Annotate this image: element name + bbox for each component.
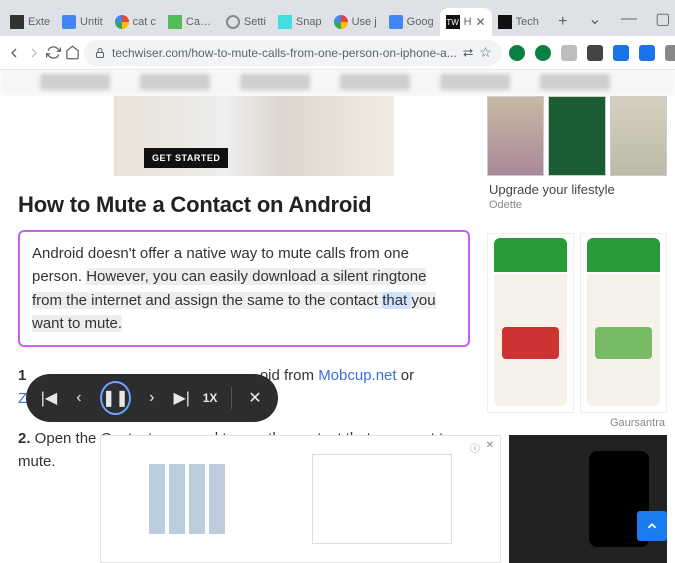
sidebar-ads: Upgrade your lifestyle Odette Gaursantra	[487, 96, 667, 429]
lock-icon	[94, 47, 106, 59]
next-track-button[interactable]: ▶|	[173, 384, 191, 412]
tab-tech[interactable]: Tech	[492, 8, 545, 36]
wide-ad[interactable]: ✕ ⓘ	[100, 435, 501, 563]
top-ad-banner[interactable]: GET STARTED	[114, 96, 394, 176]
forward-button[interactable]	[26, 40, 42, 66]
previous-track-button[interactable]: |◀	[40, 384, 58, 412]
px-icon	[168, 15, 182, 29]
section-heading: How to Mute a Contact on Android	[18, 192, 470, 218]
step-number: 2.	[18, 430, 31, 447]
rewind-button[interactable]: ‹	[70, 384, 88, 412]
para-spoken-before: However, you can easily download a silen…	[32, 268, 426, 308]
close-ad-icon[interactable]: ✕	[486, 440, 494, 451]
url-text: techwiser.com/how-to-mute-calls-from-one…	[112, 46, 457, 60]
restore-button[interactable]: ▢	[649, 8, 675, 30]
snap-icon	[278, 15, 292, 29]
share-icon[interactable]: ⮂	[463, 45, 473, 61]
extension-icons	[506, 42, 675, 64]
ext-icon-1[interactable]	[506, 42, 528, 64]
ad-thumb-2[interactable]	[548, 96, 605, 176]
browser-toolbar: techwiser.com/how-to-mute-calls-from-one…	[0, 36, 675, 70]
bottom-ad-row: ✕ ⓘ	[100, 435, 667, 563]
ad-info-icon[interactable]: ⓘ	[470, 440, 480, 455]
get-started-button[interactable]: GET STARTED	[144, 148, 228, 168]
ad-thumb-1[interactable]	[487, 96, 544, 176]
puzzle-icon	[10, 15, 24, 29]
product-ad-row[interactable]	[487, 233, 667, 413]
product-jar-1[interactable]	[487, 233, 574, 413]
current-word: that	[382, 292, 411, 309]
tab-snap[interactable]: Snap	[272, 8, 328, 36]
ext-icon-2[interactable]	[532, 42, 554, 64]
chevron-up-icon	[645, 519, 659, 533]
tab-cat-search[interactable]: cat c	[109, 8, 162, 36]
tab-search-button[interactable]: ⌄	[581, 8, 609, 30]
ext-icon-3[interactable]	[558, 42, 580, 64]
tab-techwiser-active[interactable]: TWH✕	[440, 8, 492, 36]
ad-caption: Upgrade your lifestyle	[489, 182, 665, 197]
close-player-button[interactable]: ✕	[246, 384, 264, 412]
tab-extensions[interactable]: Exte	[4, 8, 56, 36]
tab-goog[interactable]: Goog	[383, 8, 440, 36]
tab-cat-c[interactable]: Cat C	[162, 8, 220, 36]
bookmarks-bar[interactable]	[0, 70, 675, 96]
read-aloud-player: |◀ ‹ ❚❚ › ▶| 1X ✕	[26, 374, 278, 422]
tab-settings[interactable]: Setti	[220, 8, 272, 36]
tab-list: Exte Untit cat c Cat C Setti Snap Use j …	[4, 0, 581, 36]
new-tab-button[interactable]: +	[551, 10, 575, 34]
phone-ad[interactable]	[509, 435, 667, 563]
tw-icon	[498, 15, 512, 29]
tw-icon: TW	[446, 15, 460, 29]
ad-brand: Odette	[489, 199, 665, 211]
ad-thumb-3[interactable]	[610, 96, 667, 176]
bookmark-star-icon[interactable]: ☆	[479, 44, 492, 61]
ad-thumbnails[interactable]	[487, 96, 667, 176]
back-button[interactable]	[6, 40, 22, 66]
gear-icon	[226, 15, 240, 29]
docs-icon	[389, 15, 403, 29]
google-icon	[334, 15, 348, 29]
minimize-button[interactable]: —	[615, 8, 643, 30]
scroll-to-top-button[interactable]	[637, 511, 667, 541]
ext-icon-camera[interactable]	[662, 42, 675, 64]
reload-button[interactable]	[46, 40, 61, 66]
docs-icon	[62, 15, 76, 29]
separator	[231, 387, 232, 409]
pause-button[interactable]: ❚❚	[100, 381, 131, 415]
page-content: GET STARTED How to Mute a Contact on And…	[0, 96, 675, 563]
tab-use[interactable]: Use j	[328, 8, 383, 36]
home-button[interactable]	[65, 40, 80, 66]
ext-icon-4[interactable]	[584, 42, 606, 64]
tab-untitled-doc[interactable]: Untit	[56, 8, 109, 36]
close-icon[interactable]: ✕	[476, 15, 486, 29]
ext-icon-6[interactable]	[636, 42, 658, 64]
ad-brand-2: Gaursantra	[489, 417, 665, 429]
step-number: 1	[18, 367, 26, 384]
playback-speed-button[interactable]: 1X	[203, 391, 218, 405]
window-controls: ⌄ — ▢ ✕	[581, 8, 675, 30]
address-bar[interactable]: techwiser.com/how-to-mute-calls-from-one…	[84, 40, 502, 66]
forward-button[interactable]: ›	[143, 384, 161, 412]
google-icon	[115, 15, 129, 29]
read-aloud-highlight: Android doesn't offer a native way to mu…	[18, 230, 470, 347]
ext-icon-5[interactable]	[610, 42, 632, 64]
browser-tab-strip: Exte Untit cat c Cat C Setti Snap Use j …	[0, 0, 675, 36]
mobcup-link[interactable]: Mobcup.net	[318, 367, 396, 384]
product-jar-2[interactable]	[580, 233, 667, 413]
